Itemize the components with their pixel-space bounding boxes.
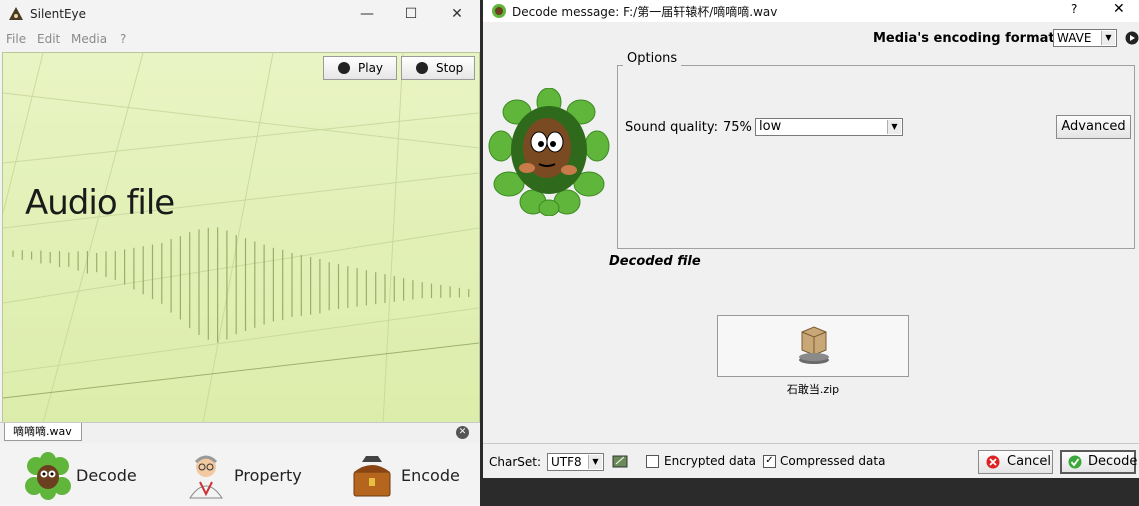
decode-message-dialog: Decode message: F:/第一届轩辕杯/嘀嘀嘀.wav ? ✕ Me… xyxy=(483,0,1139,478)
play-icon xyxy=(338,62,350,74)
stop-button[interactable]: Stop xyxy=(401,56,475,80)
encrypted-data-checkbox[interactable] xyxy=(646,455,659,468)
advanced-button[interactable]: Advanced xyxy=(1056,115,1131,139)
decoded-file-name: 石敢当.zip xyxy=(786,383,840,396)
decode-label: Decode xyxy=(1088,454,1138,469)
decoded-file-label: Decoded file xyxy=(609,254,701,269)
chevron-down-icon: ▼ xyxy=(588,455,602,469)
sound-quality-select[interactable]: low ▼ xyxy=(755,118,903,136)
file-tab-bar: 嘀嘀嘀.wav ✕ xyxy=(0,422,480,443)
window-title: SilentEye xyxy=(30,7,87,21)
encode-action-button[interactable]: Encode xyxy=(346,448,466,504)
help-icon[interactable]: ? xyxy=(1071,2,1077,16)
archive-box-icon xyxy=(799,326,829,364)
cancel-icon xyxy=(986,455,1000,469)
compressed-data-label: Compressed data xyxy=(780,454,886,468)
sound-quality-value: 75% xyxy=(723,120,752,135)
encoding-format-label: Media's encoding format : xyxy=(873,31,1065,46)
menu-bar: File Edit Media ? xyxy=(0,30,480,50)
charset-value: UTF8 xyxy=(551,455,582,469)
silenteye-logo-icon xyxy=(9,7,23,20)
charset-label: CharSet: xyxy=(489,455,542,469)
cancel-button[interactable]: Cancel xyxy=(978,450,1053,474)
cancel-label: Cancel xyxy=(1007,454,1052,469)
chevron-down-icon: ▼ xyxy=(1101,31,1115,45)
close-icon[interactable]: ✕ xyxy=(434,0,480,28)
compressed-data-checkbox[interactable]: ✓ xyxy=(763,455,776,468)
encoding-format-select[interactable]: WAVE ▼ xyxy=(1053,29,1117,47)
doctor-icon xyxy=(189,455,223,499)
treasure-chest-icon xyxy=(353,456,391,497)
dialog-bottom-bar: CharSet: UTF8 ▼ Encrypted data ✓ Compres… xyxy=(483,443,1139,479)
encrypted-data-label: Encrypted data xyxy=(664,454,756,468)
property-action-label: Property xyxy=(234,466,302,485)
property-action-button[interactable]: Property xyxy=(180,448,310,504)
menu-edit[interactable]: Edit xyxy=(37,32,60,46)
encode-action-label: Encode xyxy=(401,466,460,485)
decode-button[interactable]: Decode xyxy=(1060,450,1138,474)
checkmark-icon xyxy=(1068,455,1082,469)
play-circle-icon[interactable] xyxy=(1125,31,1139,45)
audio-preview: Audio file Play Stop xyxy=(2,52,480,424)
decode-face-small-icon xyxy=(492,4,506,18)
sound-quality-option: low xyxy=(759,119,782,134)
stop-icon xyxy=(416,62,428,74)
chevron-down-icon: ▼ xyxy=(887,120,901,134)
play-button[interactable]: Play xyxy=(323,56,397,80)
sound-quality-label: Sound quality: xyxy=(625,120,718,135)
close-icon[interactable]: ✕ xyxy=(1113,1,1125,17)
file-tab[interactable]: 嘀嘀嘀.wav xyxy=(4,423,82,441)
menu-help[interactable]: ? xyxy=(120,32,126,46)
menu-file[interactable]: File xyxy=(6,32,26,46)
edit-charset-icon[interactable] xyxy=(612,453,628,469)
charset-select[interactable]: UTF8 ▼ xyxy=(547,453,604,471)
dialog-title-bar: Decode message: F:/第一届轩辕杯/嘀嘀嘀.wav ? ✕ xyxy=(483,0,1139,22)
decode-action-label: Decode xyxy=(76,466,137,485)
encoding-format-value: WAVE xyxy=(1057,31,1092,45)
waveform-image xyxy=(3,53,479,423)
title-bar: SilentEye — ☐ ✕ xyxy=(0,0,480,28)
decoded-file-button[interactable] xyxy=(717,315,909,377)
decode-action-button[interactable]: Decode xyxy=(20,448,140,504)
close-tab-icon[interactable]: ✕ xyxy=(456,426,469,439)
options-title: Options xyxy=(623,51,682,66)
maximize-icon[interactable]: ☐ xyxy=(388,0,434,28)
decode-face-icon xyxy=(25,452,71,500)
minimize-icon[interactable]: — xyxy=(344,0,390,28)
decode-face-large-icon xyxy=(488,88,610,216)
silenteye-window: SilentEye — ☐ ✕ File Edit Media ? Audio … xyxy=(0,0,480,506)
dialog-title: Decode message: F:/第一届轩辕杯/嘀嘀嘀.wav xyxy=(512,5,778,19)
options-groupbox xyxy=(617,65,1135,249)
menu-media[interactable]: Media xyxy=(71,32,107,46)
audio-file-label: Audio file xyxy=(25,183,175,223)
